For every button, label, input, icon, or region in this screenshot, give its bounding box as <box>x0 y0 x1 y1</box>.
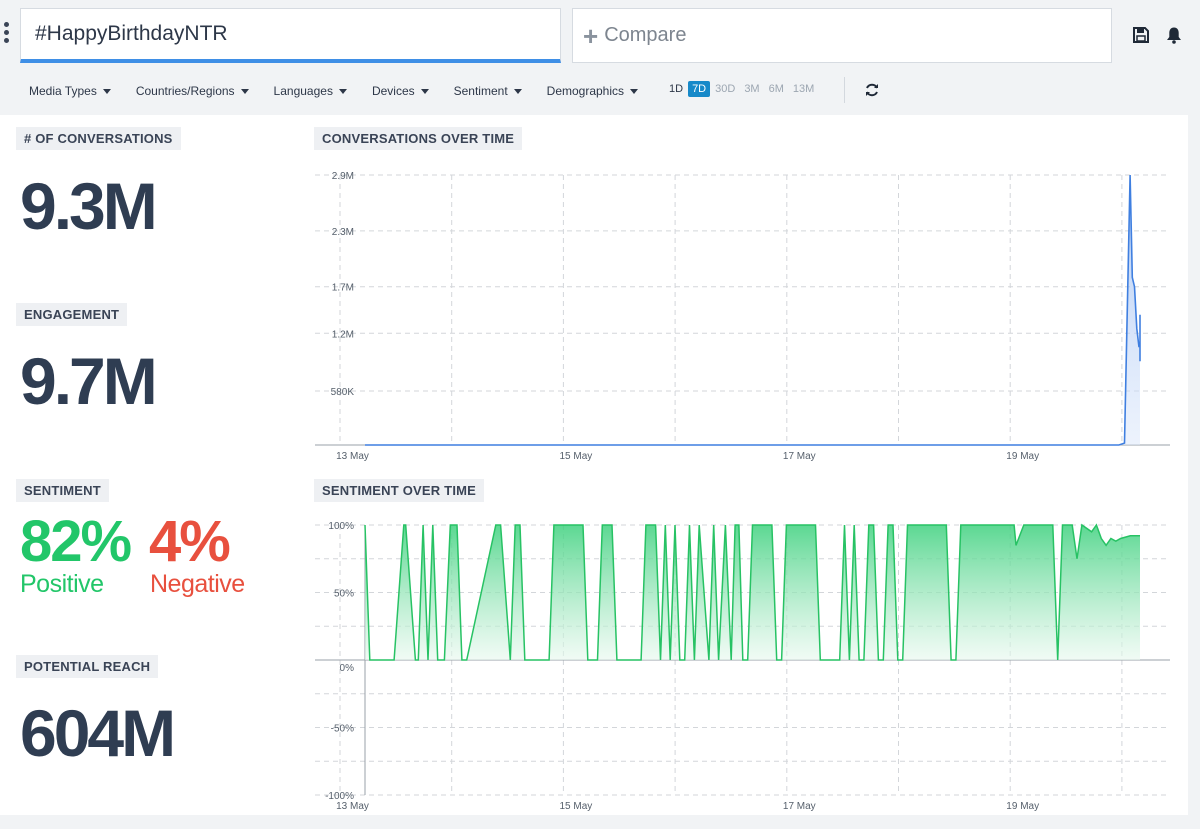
date-range-selector: 1D 7D 30D 3M 6M 13M <box>665 81 819 97</box>
y-tick-label: 2.3M <box>332 227 354 238</box>
caret-down-icon <box>338 89 347 95</box>
filter-bar: Media Types Countries/Regions Languages … <box>29 82 663 100</box>
range-7d[interactable]: 7D <box>688 81 711 97</box>
x-tick-label: 17 May <box>783 801 816 812</box>
filter-devices[interactable]: Devices <box>372 84 429 98</box>
y-tick-label: 50% <box>334 589 354 600</box>
positive-percent: 82% <box>20 509 132 574</box>
reach-label: POTENTIAL REACH <box>16 655 159 678</box>
search-box[interactable] <box>20 8 561 63</box>
filter-label: Countries/Regions <box>135 84 235 98</box>
filter-media-types[interactable]: Media Types <box>29 84 111 98</box>
x-tick-label: 13 May <box>336 801 369 812</box>
filter-sentiment[interactable]: Sentiment <box>454 84 522 98</box>
x-tick-label: 19 May <box>1006 801 1039 812</box>
filter-demographics[interactable]: Demographics <box>546 84 639 98</box>
caret-down-icon <box>513 89 522 95</box>
filter-countries-regions[interactable]: Countries/Regions <box>136 84 249 98</box>
refresh-icon[interactable] <box>864 82 880 98</box>
plus-icon: + <box>583 20 599 51</box>
x-tick-label: 15 May <box>560 801 593 812</box>
filter-languages[interactable]: Languages <box>274 84 347 98</box>
filter-label: Sentiment <box>453 84 508 98</box>
y-tick-label: 1.2M <box>332 329 354 340</box>
conversations-label: # OF CONVERSATIONS <box>16 127 181 150</box>
x-tick-label: 19 May <box>1006 451 1039 462</box>
y-tick-label: 1.7M <box>332 283 354 294</box>
sentiment-over-time-chart: 100%50%0%-50%-100%13 May 15 May 17 May 19 M… <box>315 521 1170 812</box>
y-tick-label: 2.9M <box>332 171 354 182</box>
kebab-menu-icon[interactable] <box>4 22 10 48</box>
negative-label: Negative <box>150 570 245 598</box>
caret-down-icon <box>240 89 249 95</box>
save-icon[interactable] <box>1132 26 1150 44</box>
range-13m[interactable]: 13M <box>789 81 818 97</box>
divider <box>844 77 845 103</box>
range-6m[interactable]: 6M <box>765 81 788 97</box>
sentiment-label: SENTIMENT <box>16 479 109 502</box>
y-tick-label: -50% <box>331 724 354 735</box>
x-tick-label: 17 May <box>783 451 816 462</box>
x-tick-label: 15 May <box>560 451 593 462</box>
range-30d[interactable]: 30D <box>711 81 739 97</box>
negative-percent: 4% <box>149 509 231 574</box>
series-area <box>365 175 1140 445</box>
caret-down-icon <box>630 89 639 95</box>
engagement-label: ENGAGEMENT <box>16 303 128 326</box>
sentiment-chart-title: SENTIMENT OVER TIME <box>314 479 485 502</box>
x-tick-label: 13 May <box>336 451 369 462</box>
caret-down-icon <box>420 89 429 95</box>
y-tick-label: 0% <box>340 663 355 674</box>
filter-label: Devices <box>371 84 415 98</box>
range-3m[interactable]: 3M <box>740 81 763 97</box>
filter-label: Demographics <box>546 84 625 98</box>
filter-label: Languages <box>273 84 333 98</box>
conversations-over-time-chart: 580K 1.2M 1.7M 2.3M 2.9M 13 May 15 May 17 May 19… <box>315 171 1170 462</box>
bell-icon[interactable] <box>1165 26 1183 44</box>
filter-label: Media Types <box>29 84 97 98</box>
positive-label: Positive <box>20 570 104 598</box>
range-1d[interactable]: 1D <box>665 81 687 97</box>
search-input[interactable] <box>21 9 560 59</box>
series-line <box>365 174 1141 446</box>
conversations-value: 9.3M <box>20 169 158 243</box>
y-tick-label: 580K <box>331 387 355 398</box>
caret-down-icon <box>102 89 111 95</box>
compare-input[interactable] <box>598 9 1111 62</box>
y-tick-label: 100% <box>328 521 354 532</box>
compare-box[interactable]: + <box>572 8 1112 63</box>
engagement-value: 9.7M <box>20 344 158 418</box>
conversations-chart-title: CONVERSATIONS OVER TIME <box>314 127 523 150</box>
reach-value: 604M <box>20 696 176 770</box>
